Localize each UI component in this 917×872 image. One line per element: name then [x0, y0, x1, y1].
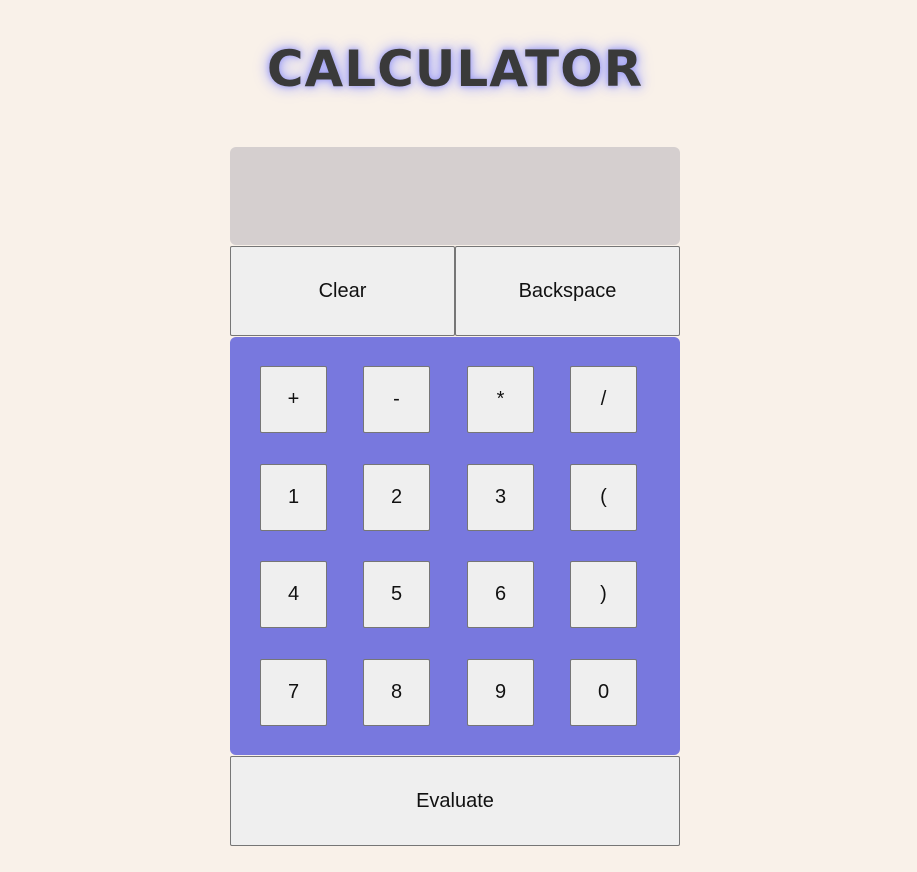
key-multiply[interactable]: * [467, 366, 534, 433]
evaluate-button[interactable]: Evaluate [230, 756, 680, 846]
key-close-paren[interactable]: ) [570, 561, 637, 628]
key-5[interactable]: 5 [363, 561, 430, 628]
clear-button[interactable]: Clear [230, 246, 455, 336]
key-open-paren[interactable]: ( [570, 464, 637, 531]
key-6[interactable]: 6 [467, 561, 534, 628]
calculator-display [230, 147, 680, 245]
key-0[interactable]: 0 [570, 659, 637, 726]
key-plus[interactable]: + [260, 366, 327, 433]
key-4[interactable]: 4 [260, 561, 327, 628]
key-minus[interactable]: - [363, 366, 430, 433]
keypad: + - * / 1 2 3 ( 4 5 6 ) 7 8 9 0 [230, 337, 680, 755]
app-title: CALCULATOR [266, 40, 644, 98]
key-1[interactable]: 1 [260, 464, 327, 531]
key-7[interactable]: 7 [260, 659, 327, 726]
key-3[interactable]: 3 [467, 464, 534, 531]
key-9[interactable]: 9 [467, 659, 534, 726]
key-divide[interactable]: / [570, 366, 637, 433]
key-2[interactable]: 2 [363, 464, 430, 531]
key-8[interactable]: 8 [363, 659, 430, 726]
backspace-button[interactable]: Backspace [455, 246, 680, 336]
